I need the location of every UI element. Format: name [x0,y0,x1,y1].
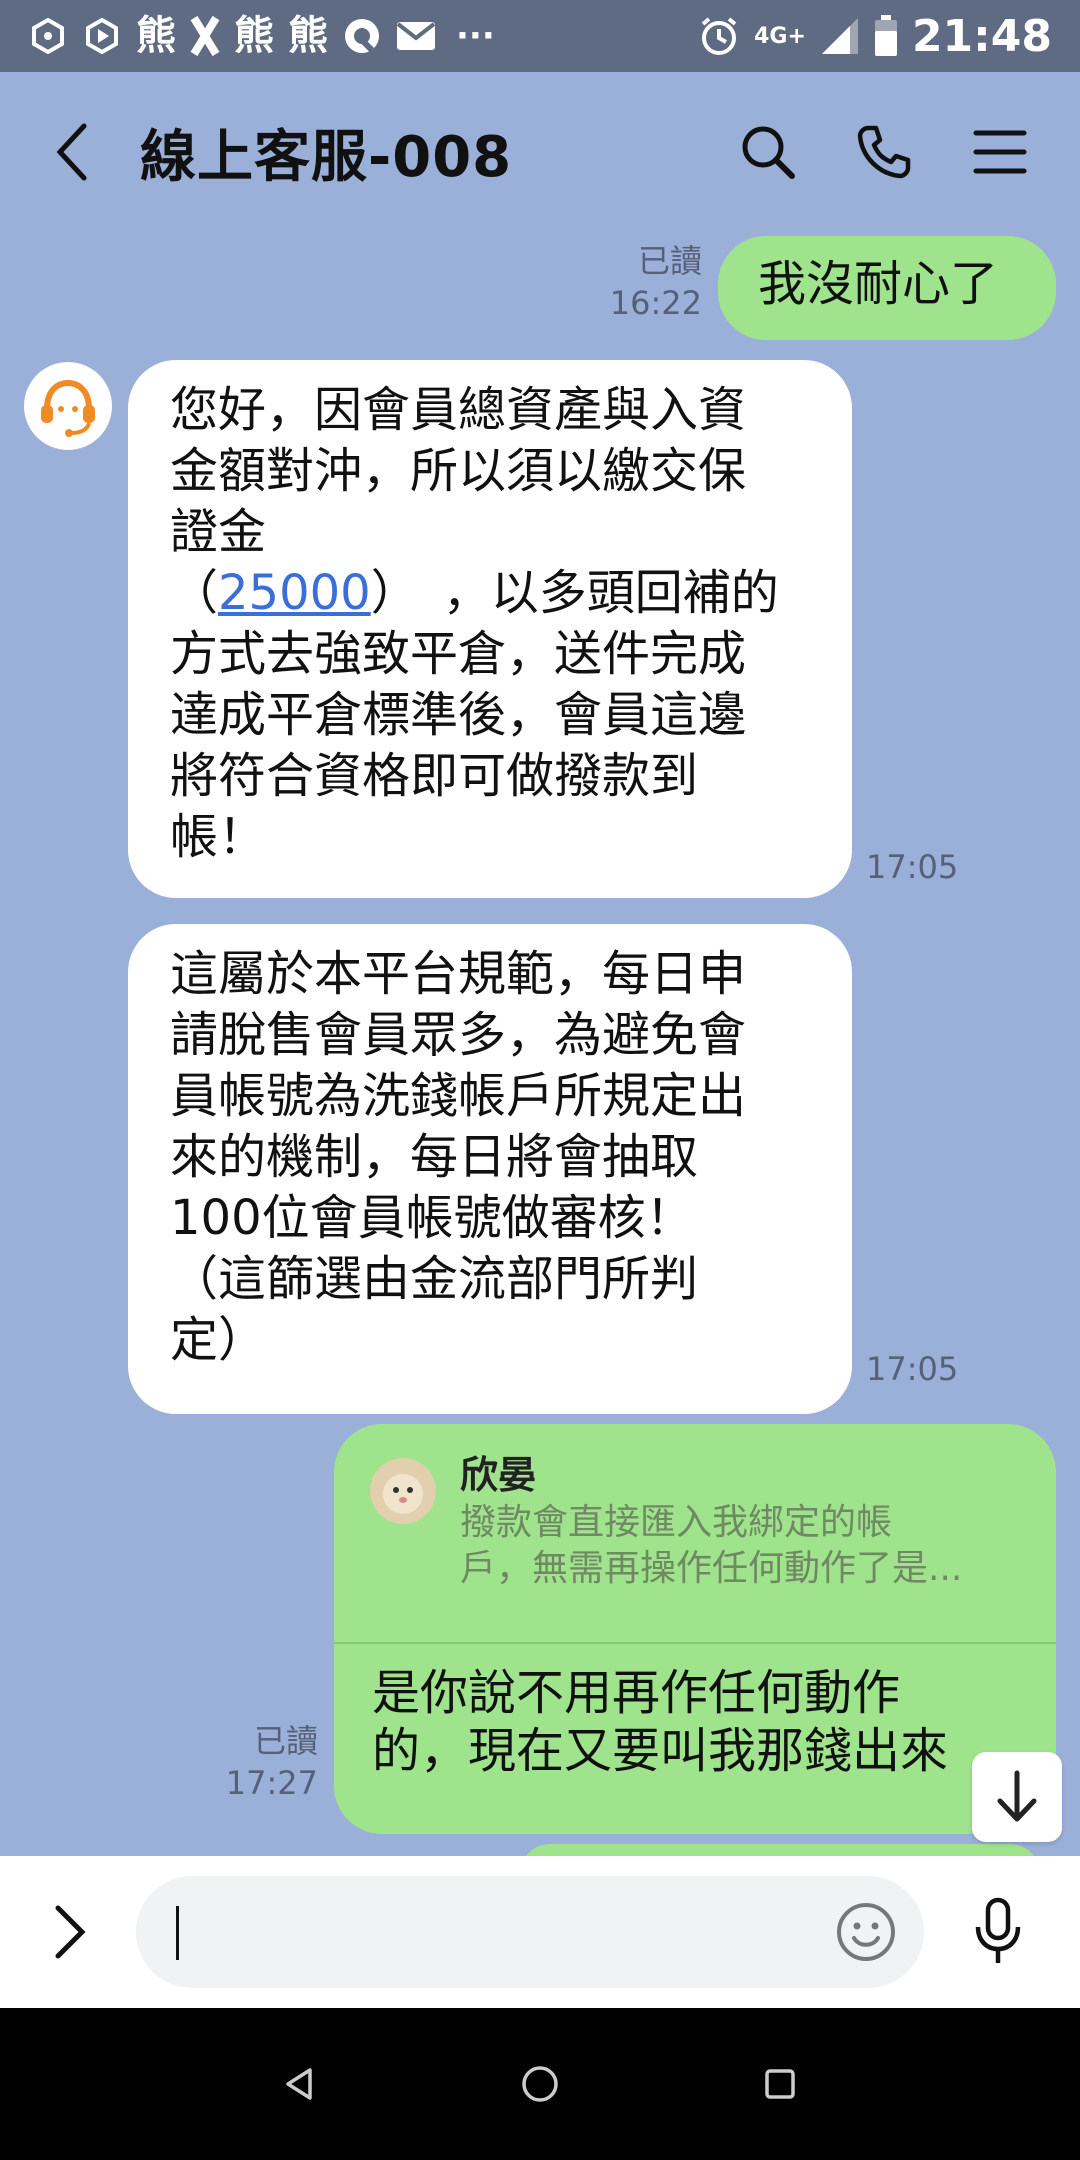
triangle-back-icon [286,2068,312,2100]
message-input[interactable] [176,1876,776,1988]
message-line: （這篩選由金流部門所判 [170,1251,699,1307]
back-arrow-icon [56,123,87,181]
message-line-amount: （25000） ，以多頭回補的 [170,565,779,621]
message-line: 100位會員帳號做審核！ [170,1190,694,1246]
nav-recents-button[interactable] [740,2044,820,2124]
app-bear-icon-1: 熊 [136,13,176,59]
message-line: 您好，因會員總資產與入資 [170,382,747,438]
clock: 21:48 [911,10,1052,62]
battery-icon [874,15,898,57]
search-button[interactable] [728,112,808,192]
message-line: 方式去強致平倉，送件完成 [170,626,747,682]
expand-toolbar-button[interactable] [30,1892,110,1972]
message-line: 達成平倉標準後，會員這邊 [170,687,747,743]
status-left: 熊 熊 熊 ··· [28,16,698,56]
message-input-container[interactable] [136,1876,924,1988]
emoji-icon [837,1903,895,1961]
message-meta: 已讀 16:22 [590,240,702,324]
chevron-right-icon [55,1905,86,1959]
agent-avatar[interactable] [24,362,112,450]
app-x-icon [190,16,220,56]
message-text: 我沒耐心了 [758,256,999,312]
read-label: 已讀 [637,242,702,280]
quote-divider [334,1642,1056,1644]
call-button[interactable] [844,112,924,192]
message-time: 16:22 [609,284,702,322]
headset-icon [41,379,95,437]
nav-home-button[interactable] [500,2044,580,2124]
circle-home-icon [522,2066,558,2102]
chat-header: 線上客服-008 [0,72,1080,232]
message-line: 來的機制，每日將會抽取 [170,1129,699,1185]
message-time: 17:27 [225,1764,318,1802]
message-line: 員帳號為洗錢帳戶所規定出 [170,1068,747,1124]
message-time: 17:05 [866,1350,959,1388]
app-hex-icon [28,16,68,56]
message-line: 證金 [170,504,267,560]
voice-message-button[interactable] [958,1892,1038,1972]
reply-text: 是你說不用再作任何動作 的，現在又要叫我那錢出來 [372,1665,949,1779]
search-icon [742,126,795,179]
message-bubble-incoming[interactable]: 您好，因會員總資產與入資 金額對沖，所以須以繳交保 證金 （25000） ，以多… [128,360,852,898]
message-line: 請脫售會員眾多，為避免會 [170,1007,747,1063]
signal-icon [820,16,860,56]
status-right: 4G+ 21:48 [698,11,1052,62]
mail-icon [396,21,436,51]
message-line: 定） [170,1312,267,1368]
read-label: 已讀 [253,1722,318,1760]
network-type-icon: 4G+ [754,23,806,49]
more-notifications-icon: ··· [456,16,495,56]
quoted-user-avatar [370,1458,436,1524]
reply-bubble-outgoing[interactable]: 欣晏 撥款會直接匯入我綁定的帳 戶，無需再操作任何動作了是... 是你說不用再作… [334,1424,1056,1834]
alarm-icon [698,15,740,57]
menu-icon [973,130,1027,174]
message-input-bar [0,1856,1080,2008]
square-recents-icon [765,2069,795,2099]
chat-title: 線上客服-008 [140,124,513,190]
system-nav-bar [0,2008,1080,2160]
chat-area[interactable]: 已讀 16:22 我沒耐心了 您好，因會員總資產與入資 金額對沖，所以須以繳交保… [0,232,1080,1856]
emoji-button[interactable] [832,1898,900,1966]
amount-link[interactable]: 25000 [218,565,371,621]
menu-button[interactable] [960,112,1040,192]
back-button[interactable] [52,112,108,192]
microphone-icon [975,1897,1021,1963]
message-bubble-incoming[interactable]: 這屬於本平台規範，每日申 請脫售會員眾多，為避免會 員帳號為洗錢帳戶所規定出 來… [128,924,852,1414]
app-bear-icon-3: 熊 [288,13,328,59]
nav-back-button[interactable] [260,2044,340,2124]
scroll-to-bottom-button[interactable] [972,1752,1062,1842]
app-bear-icon-2: 熊 [234,13,274,59]
app-q-icon [342,16,382,56]
message-line: 將符合資格即可做撥款到 [170,748,699,804]
play-hex-icon [82,16,122,56]
arrow-down-icon [997,1770,1037,1822]
status-bar: 熊 熊 熊 ··· 4G+ 21:48 [0,0,1080,72]
message-line: 帳！ [170,809,267,865]
message-line: 金額對沖，所以須以繳交保 [170,443,747,499]
next-message-peek [520,1844,1040,1856]
phone-icon [857,125,911,179]
quoted-user-name: 欣晏 [460,1453,537,1497]
message-time: 17:05 [866,848,959,886]
message-line: 這屬於本平台規範，每日申 [170,946,747,1002]
message-meta: 已讀 17:27 [206,1720,318,1804]
quoted-message[interactable]: 撥款會直接匯入我綁定的帳 戶，無需再操作任何動作了是... [460,1500,1020,1592]
message-bubble-outgoing[interactable]: 我沒耐心了 [718,236,1056,340]
